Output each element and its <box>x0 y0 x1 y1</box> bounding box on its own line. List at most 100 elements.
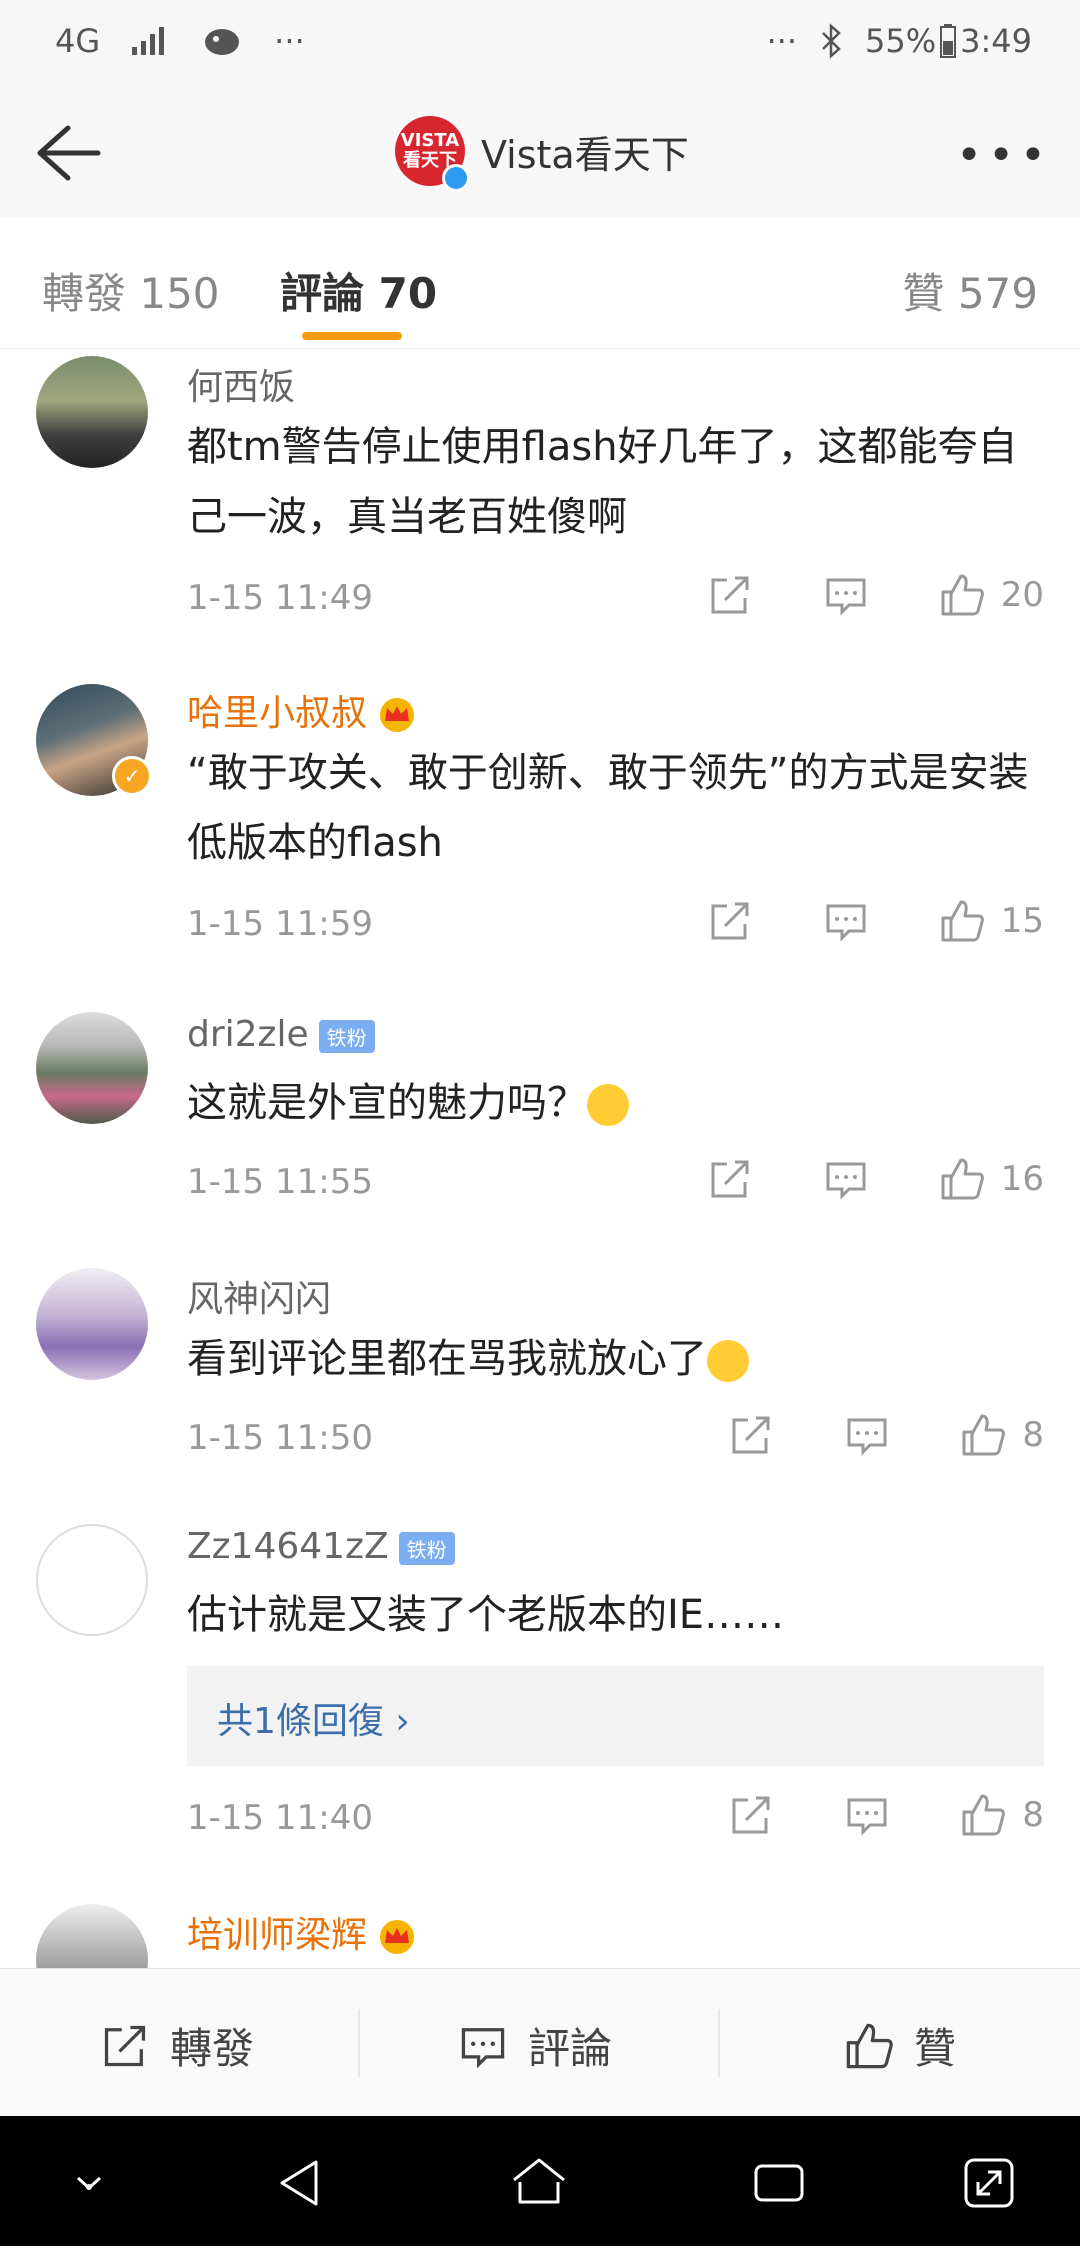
crown-icon <box>380 698 415 732</box>
like-button[interactable]: 15 <box>939 898 1044 944</box>
username-text: 培训师梁辉 <box>187 1915 368 1956</box>
repost-button[interactable] <box>707 1156 753 1202</box>
avatar[interactable] <box>36 1268 148 1380</box>
system-navigation-bar <box>0 2116 1080 2246</box>
more-options-icon[interactable]: ••• <box>956 130 1052 181</box>
tab-bar: 轉發 150 評論 70 贊 579 <box>0 218 1080 349</box>
repost-button[interactable] <box>728 1792 774 1838</box>
username-text: Zz14641zZ <box>187 1526 389 1567</box>
comment-icon <box>461 2027 505 2068</box>
thumbs-up-icon <box>962 1794 1006 1836</box>
comment-text-content: 这就是外宣的魅力吗？ <box>187 1080 587 1126</box>
tab-likes[interactable]: 贊 579 <box>902 260 1038 321</box>
reply-button[interactable] <box>823 572 869 618</box>
back-arrow-icon[interactable] <box>28 118 104 188</box>
avatar[interactable] <box>36 356 148 468</box>
thumbs-up-icon <box>846 2023 893 2068</box>
comment-icon <box>826 1162 866 1200</box>
comment-label: 評論 <box>528 2024 613 2073</box>
comment-actions: 20 <box>637 572 1044 618</box>
share-icon <box>104 2025 146 2066</box>
repost-button[interactable] <box>707 898 753 944</box>
share-icon <box>711 576 749 614</box>
like-button[interactable]: 8 <box>960 1792 1044 1838</box>
comment-post-button[interactable]: 評論 <box>458 2015 612 2076</box>
divider <box>358 2009 360 2077</box>
comment-text: 看到评论里都在骂我就放心了 <box>187 1324 1047 1394</box>
account-name[interactable]: Vista看天下 <box>481 124 689 179</box>
comment-item: dri2zle 铁粉 这就是外宣的魅力吗？ 1-15 11:55 16 <box>0 976 1080 1233</box>
avatar[interactable] <box>36 1904 148 1968</box>
comment-actions: 15 <box>637 898 1044 944</box>
top-navigation-bar: VISTA 看天下 Vista看天下 ••• <box>0 90 1080 219</box>
share-icon <box>711 902 749 940</box>
repost-label: 轉發 <box>170 2024 255 2073</box>
replies-count: 共1條回復 › <box>217 1701 410 1742</box>
repost-button[interactable] <box>728 1412 774 1458</box>
like-count: 8 <box>1022 1415 1044 1455</box>
comment-actions: 8 <box>658 1792 1044 1838</box>
comment-item: Zz14641zZ 铁粉 估计就是又装了个老版本的IE…… 共1條回復 › 1-1… <box>0 1488 1080 1869</box>
reply-button[interactable] <box>844 1792 890 1838</box>
repost-button[interactable] <box>707 572 753 618</box>
tab-reposts[interactable]: 轉發 150 <box>42 260 220 321</box>
back-triangle-icon[interactable] <box>272 2154 330 2212</box>
comment-text-content: 看到评论里都在骂我就放心了 <box>187 1336 707 1382</box>
recent-apps-icon[interactable] <box>750 2154 808 2212</box>
chevron-down-icon[interactable] <box>60 2154 118 2212</box>
battery-level: 55% <box>865 22 937 60</box>
like-post-button[interactable]: 贊 <box>844 2015 956 2076</box>
crown-icon <box>380 1920 415 1954</box>
comment-time: 1-15 11:59 <box>187 904 373 944</box>
username-text: dri2zle <box>187 1014 309 1055</box>
drooling-emoji-icon <box>587 1084 629 1126</box>
like-count: 16 <box>1000 1159 1044 1199</box>
status-more-right: ··· <box>766 22 798 60</box>
comment-username[interactable]: 哈里小叔叔 <box>187 684 417 736</box>
comment-item: ✓ 哈里小叔叔 “敢于攻关、敢于创新、敢于领先”的方式是安装低版本的flash … <box>0 648 1080 977</box>
verified-gold-icon: ✓ <box>112 756 152 796</box>
replies-link[interactable]: 共1條回復 › <box>187 1666 1044 1766</box>
avatar[interactable] <box>36 1524 148 1636</box>
reply-button[interactable] <box>823 1156 869 1202</box>
comment-text: 这就是外宣的魅力吗？ <box>187 1068 1047 1138</box>
comment-icon <box>826 578 866 616</box>
comment-actions: 16 <box>637 1156 1044 1202</box>
bluetooth-icon <box>822 23 841 59</box>
thumbs-up-icon <box>941 900 984 942</box>
comment-username[interactable]: 何西饭 <box>187 358 295 410</box>
comment-time: 1-15 11:50 <box>187 1418 373 1458</box>
logo-text-top: VISTA <box>400 130 460 151</box>
comment-time: 1-15 11:49 <box>187 578 373 618</box>
account-header[interactable]: VISTA 看天下 Vista看天下 <box>395 116 689 186</box>
like-button[interactable]: 16 <box>939 1156 1044 1202</box>
like-label: 贊 <box>914 2024 957 2073</box>
repost-post-button[interactable]: 轉發 <box>100 2015 254 2076</box>
like-count: 8 <box>1022 1795 1044 1835</box>
battery-icon <box>940 24 957 58</box>
like-button[interactable]: 8 <box>960 1412 1044 1458</box>
network-type: 4G <box>55 22 101 60</box>
comment-icon <box>847 1798 887 1836</box>
expand-icon[interactable] <box>960 2154 1018 2212</box>
clock: 3:49 <box>960 22 1032 60</box>
bottom-action-bar: 轉發 評論 贊 <box>0 1968 1080 2117</box>
reply-button[interactable] <box>823 898 869 944</box>
home-icon[interactable] <box>510 2154 568 2212</box>
tab-comments[interactable]: 評論 70 <box>280 260 437 321</box>
avatar[interactable] <box>36 1012 148 1124</box>
like-button[interactable]: 20 <box>939 572 1044 618</box>
comment-text: 估计就是又装了个老版本的IE…… <box>187 1592 785 1638</box>
laughing-emoji-icon <box>707 1340 749 1382</box>
comment-username[interactable]: 风神闪闪 <box>187 1270 331 1322</box>
comment-username[interactable]: dri2zle 铁粉 <box>187 1014 375 1055</box>
thumbs-up-icon <box>941 1158 984 1200</box>
app-notification-icon <box>205 29 240 55</box>
share-icon <box>732 1416 770 1454</box>
comment-actions: 8 <box>658 1412 1044 1458</box>
comment-username[interactable]: 培训师梁辉 <box>187 1906 417 1958</box>
fan-badge: 铁粉 <box>318 1019 375 1053</box>
comment-username[interactable]: Zz14641zZ 铁粉 <box>187 1526 455 1567</box>
status-bar: 4G ··· ··· 55% 3:49 <box>0 0 1080 90</box>
reply-button[interactable] <box>844 1412 890 1458</box>
